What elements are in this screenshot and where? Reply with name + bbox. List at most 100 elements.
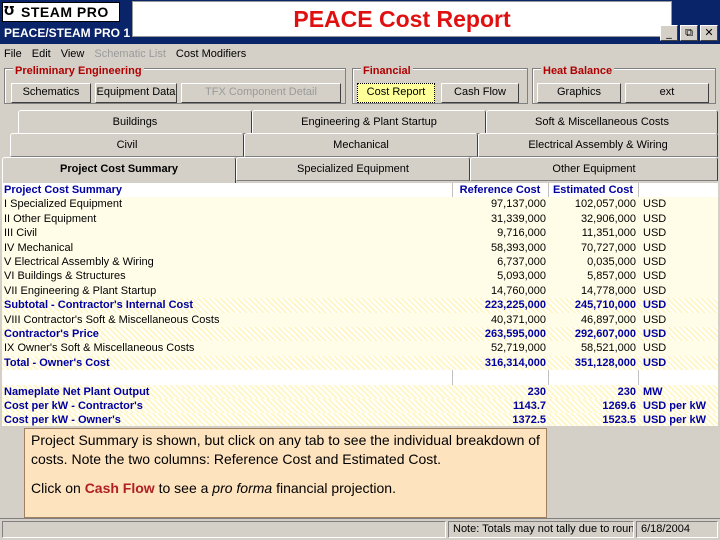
estimated-cost-cell: 230	[617, 385, 636, 398]
menu-view[interactable]: View	[61, 48, 85, 60]
estimated-cost-cell: 1523.5	[602, 414, 636, 426]
table-row: II Other Equipment 31,339,000 32,906,000 US…	[2, 211, 718, 227]
estimated-cost-cell: 0,035,000	[587, 256, 636, 268]
graphics-button[interactable]: Graphics	[537, 83, 621, 103]
reference-cost-cell: 5,093,000	[497, 270, 546, 283]
header-estimated-cost[interactable]: Estimated Cost	[550, 183, 636, 197]
cash-flow-link[interactable]: Cash Flow	[85, 480, 155, 496]
unit-cell: USD	[643, 212, 667, 225]
unit-cell: USD	[643, 328, 667, 340]
row-label: V Electrical Assembly & Wiring	[4, 256, 154, 268]
table-row: VIII Contractor's Soft & Miscellaneous C…	[2, 312, 718, 327]
group-label-heat-balance: Heat Balance	[541, 65, 615, 77]
tab-engineering-plant-startup[interactable]: Engineering & Plant Startup	[252, 110, 486, 134]
unit-cell: USD	[643, 299, 667, 312]
table-row: Cost per kW - Owner's 1372.5 1523.5 USD per…	[2, 413, 718, 426]
tab-project-cost-summary[interactable]: Project Cost Summary	[2, 157, 236, 183]
equipment-data-button[interactable]: Equipment Data	[95, 83, 177, 103]
reference-cost-cell: 97,137,000	[490, 198, 546, 211]
tab-other-equipment[interactable]: Other Equipment	[470, 157, 718, 181]
reference-cost-cell: 52,719,000	[490, 342, 546, 355]
reference-cost-cell: 223,225,000	[484, 299, 546, 312]
tfx-component-detail-button[interactable]: TFX Component Detail	[181, 83, 341, 103]
menu-schematic-list[interactable]: Schematic List	[94, 48, 166, 60]
financial-group: Financial Cost Report Cash Flow	[352, 65, 528, 104]
table-row: Contractor's Price 263,595,000 292,607,000…	[2, 327, 718, 342]
table-row: III Civil 9,716,000 11,351,000 USD	[2, 226, 718, 241]
estimated-cost-cell: 351,128,000	[574, 356, 636, 369]
header-project-cost-summary: Project Cost Summary	[4, 184, 122, 196]
row-label: III Civil	[4, 227, 37, 240]
table-row: VII Engineering & Plant Startup 14,760,00…	[2, 283, 718, 299]
row-label: II Other Equipment	[4, 212, 97, 225]
report-banner: PEACE Cost Report	[132, 1, 672, 37]
header-reference-cost[interactable]: Reference Cost	[454, 183, 546, 197]
cost-report-button[interactable]: Cost Report	[357, 83, 435, 103]
cash-flow-button[interactable]: Cash Flow	[441, 83, 519, 103]
row-label: VIII Contractor's Soft & Miscellaneous C…	[4, 313, 220, 326]
schematics-button[interactable]: Schematics	[11, 83, 91, 103]
estimated-cost-cell: 292,607,000	[574, 328, 636, 340]
status-note: Note: Totals may not tally due to roundo…	[448, 521, 634, 538]
tab-row-3: Project Cost Summary Specialized Equipme…	[0, 157, 720, 183]
unit-cell: USD	[643, 313, 667, 326]
status-bar: Note: Totals may not tally due to roundo…	[0, 518, 720, 540]
menu-bar: File Edit View Schematic List Cost Modif…	[0, 44, 720, 64]
table-row: VI Buildings & Structures 5,093,000 5,857,…	[2, 269, 718, 284]
estimated-cost-cell: 245,710,000	[574, 299, 636, 312]
row-label: VI Buildings & Structures	[4, 270, 126, 283]
estimated-cost-cell: 11,351,000	[581, 227, 636, 240]
unit-cell: USD	[643, 256, 667, 268]
unit-cell: USD	[643, 198, 667, 211]
reference-cost-cell: 316,314,000	[484, 356, 546, 369]
help-callout: Project Summary is shown, but click on a…	[24, 428, 547, 518]
tab-civil[interactable]: Civil	[10, 133, 244, 157]
table-row: I Specialized Equipment 97,137,000 102,057…	[2, 197, 718, 212]
menu-cost-modifiers[interactable]: Cost Modifiers	[176, 48, 246, 60]
tab-mechanical[interactable]: Mechanical	[244, 133, 478, 157]
preliminary-engineering-group: Preliminary Engineering Schematics Equip…	[4, 65, 346, 104]
table-row: Subtotal - Contractor's Internal Cost 223…	[2, 298, 718, 313]
estimated-cost-cell: 46,897,000	[580, 313, 636, 326]
unit-cell: MW	[643, 385, 663, 398]
tab-soft-misc-costs[interactable]: Soft & Miscellaneous Costs	[486, 110, 718, 134]
logo-text: STEAM PRO	[21, 4, 109, 20]
row-label: IV Mechanical	[4, 241, 74, 254]
unit-cell: USD	[643, 241, 667, 254]
tab-buildings[interactable]: Buildings	[18, 110, 252, 134]
text-button[interactable]: ext	[625, 83, 709, 103]
group-label-financial: Financial	[361, 65, 413, 77]
reference-cost-cell: 58,393,000	[490, 241, 546, 254]
reference-cost-cell: 9,716,000	[497, 227, 546, 240]
row-label: I Specialized Equipment	[4, 198, 123, 211]
row-label: Subtotal - Contractor's Internal Cost	[4, 299, 194, 312]
callout-text-2: Click on Cash Flow to see a pro forma fi…	[31, 480, 396, 496]
tab-electrical-assembly[interactable]: Electrical Assembly & Wiring	[478, 133, 718, 157]
unit-cell: USD	[643, 270, 667, 283]
window-title: PEACE/STEAM PRO 1	[4, 26, 131, 40]
row-label: Nameplate Net Plant Output	[4, 385, 150, 398]
reference-cost-cell: 6,737,000	[497, 256, 546, 268]
estimated-cost-cell: 70,727,000	[580, 241, 636, 254]
tab-specialized-equipment[interactable]: Specialized Equipment	[236, 157, 470, 181]
menu-edit[interactable]: Edit	[32, 48, 51, 60]
unit-cell: USD	[643, 342, 667, 355]
close-icon[interactable]: ✕	[700, 25, 718, 41]
group-label-preliminary: Preliminary Engineering	[13, 65, 144, 77]
reference-cost-cell: 14,760,000	[490, 284, 546, 297]
logo-mark-icon: Ʊ	[4, 4, 15, 18]
restore-icon[interactable]: ⧉	[680, 25, 698, 41]
estimated-cost-cell: 14,778,000	[580, 284, 636, 297]
minimize-icon[interactable]: _	[660, 25, 678, 41]
estimated-cost-cell: 58,521,000	[580, 342, 636, 355]
reference-cost-cell: 1143.7	[512, 400, 546, 412]
table-header-row: Project Cost Summary Reference Cost Esti…	[2, 183, 718, 197]
menu-file[interactable]: File	[4, 48, 22, 60]
tab-row-2: Civil Mechanical Electrical Assembly & W…	[0, 133, 720, 157]
estimated-cost-cell: 1269.6	[602, 400, 636, 412]
status-date: 6/18/2004	[636, 521, 718, 538]
unit-cell: USD per kW	[643, 400, 706, 412]
table-row: Cost per kW - Contractor's 1143.7 1269.6 US…	[2, 399, 718, 414]
title-bar: Ʊ STEAM PRO PEACE/STEAM PRO 1 PEACE Cost…	[0, 0, 720, 44]
status-panel-empty	[2, 521, 446, 538]
